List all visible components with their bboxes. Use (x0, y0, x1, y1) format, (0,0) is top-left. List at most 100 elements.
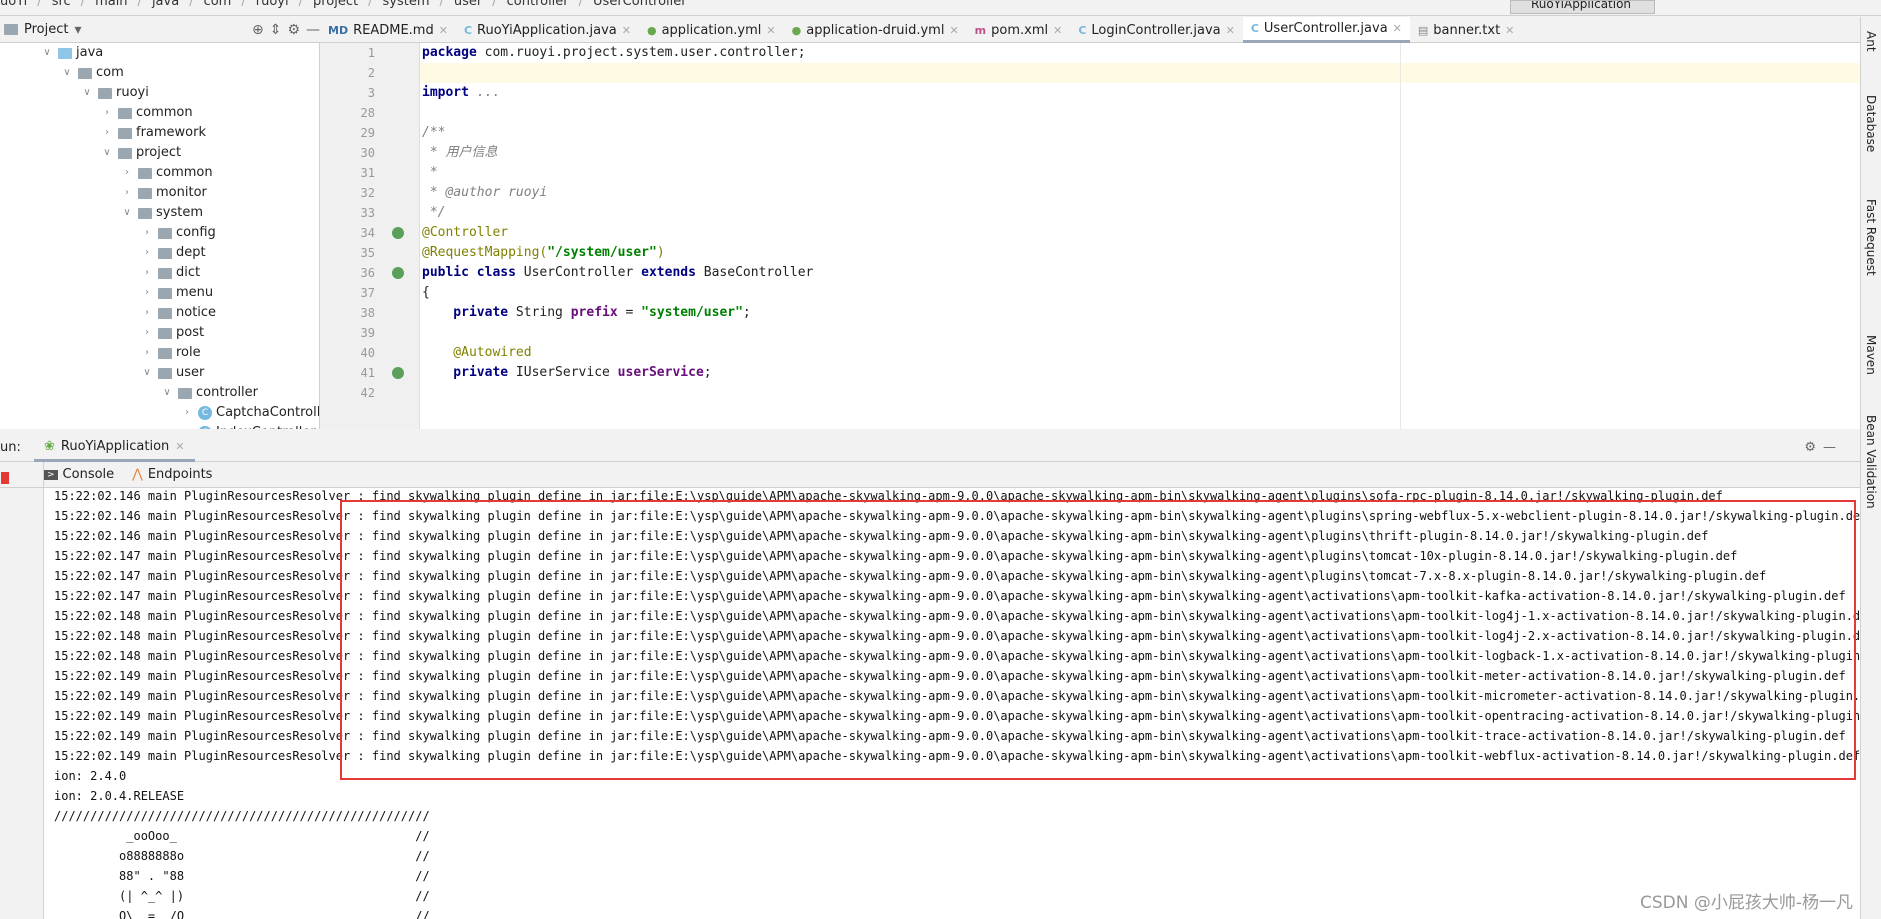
chevron-down-icon[interactable]: ∨ (140, 363, 154, 383)
tree-item[interactable]: › framework (100, 123, 206, 143)
tree-item[interactable]: › post (140, 323, 204, 343)
chevron-down-icon[interactable]: ∨ (80, 83, 94, 103)
tree-item[interactable]: › monitor (120, 183, 207, 203)
console-line: o8888888o // (54, 849, 430, 863)
tree-item[interactable]: ∨ system (120, 203, 203, 223)
tree-item[interactable]: › menu (140, 283, 213, 303)
project-view-select[interactable]: Project (24, 22, 68, 37)
sidebar-tool-ant[interactable]: Ant (1864, 31, 1878, 52)
chevron-right-icon[interactable]: › (100, 123, 114, 143)
breadcrumb-separator: / (80, 0, 86, 9)
chevron-down-icon[interactable]: ∨ (60, 63, 74, 83)
chevron-right-icon[interactable]: › (140, 303, 154, 323)
folder-icon (118, 147, 132, 159)
chevron-right-icon[interactable]: › (140, 223, 154, 243)
tab-ruoyiapplication-java[interactable]: C RuoYiApplication.java ✕ (456, 17, 639, 43)
chevron-right-icon[interactable]: › (100, 103, 114, 123)
sidebar-tool-maven[interactable]: Maven (1864, 335, 1878, 375)
bean-gutter-icon[interactable] (392, 367, 404, 379)
tree-item[interactable]: › config (140, 223, 216, 243)
dropdown-icon[interactable]: ▾ (74, 22, 81, 38)
tree-item[interactable]: › dict (140, 263, 200, 283)
run-config-select[interactable]: RuoYiApplication (1510, 0, 1655, 14)
close-icon[interactable]: ✕ (949, 24, 958, 37)
breadcrumb-item[interactable]: system (382, 0, 429, 9)
breadcrumb-item[interactable]: project (313, 0, 358, 9)
close-icon[interactable]: ✕ (1505, 24, 1514, 37)
tree-item[interactable]: › notice (140, 303, 216, 323)
close-icon[interactable]: ✕ (766, 24, 775, 37)
tab-application-yml[interactable]: ● application.yml ✕ (639, 17, 784, 43)
breadcrumb-item[interactable]: main (95, 0, 127, 9)
chevron-down-icon[interactable]: ∨ (160, 383, 174, 403)
console-line: 88" . "88 // (54, 869, 430, 883)
chevron-right-icon[interactable]: › (140, 343, 154, 363)
breadcrumb-item[interactable]: com (204, 0, 232, 9)
chevron-right-icon[interactable]: › (140, 263, 154, 283)
tree-item[interactable]: ∨ controller (160, 383, 258, 403)
run-tab[interactable]: ❀ RuoYiApplication ✕ (34, 434, 195, 462)
folder-icon (118, 107, 132, 119)
chevron-right-icon[interactable]: › (180, 423, 194, 429)
chevron-down-icon[interactable]: ∨ (120, 203, 134, 223)
breadcrumb-item[interactable]: UserController (593, 0, 687, 9)
markdown-icon: MD (328, 23, 349, 37)
gear-icon[interactable]: ⚙ (287, 22, 300, 38)
bean-gutter-icon[interactable] (392, 227, 404, 239)
breadcrumb-item[interactable]: src (52, 0, 71, 9)
close-icon[interactable]: ✕ (1053, 24, 1062, 37)
breadcrumb-item[interactable]: ruoyi (256, 0, 289, 9)
tree-item[interactable]: › C IndexController (180, 423, 316, 429)
tree-item[interactable]: › common (100, 103, 193, 123)
chevron-right-icon[interactable]: › (140, 323, 154, 343)
tab-application-druid-yml[interactable]: ● application-druid.yml ✕ (784, 17, 967, 43)
close-icon[interactable]: ✕ (622, 24, 631, 37)
hide-icon[interactable]: — (1823, 440, 1836, 455)
locate-icon[interactable]: ⊕ (252, 22, 264, 38)
tab-logincontroller-java[interactable]: C LoginController.java ✕ (1070, 17, 1243, 43)
tree-item[interactable]: › role (140, 343, 201, 363)
tab-readme-md[interactable]: MD README.md ✕ (320, 17, 456, 43)
collapse-all-icon[interactable]: ⇕ (270, 22, 282, 38)
tree-item-label: project (136, 145, 182, 160)
tree-item[interactable]: ∨ project (100, 143, 181, 163)
tree-item[interactable]: ∨ com (60, 63, 123, 83)
chevron-down-icon[interactable]: ∨ (40, 43, 54, 63)
tree-item[interactable]: › dept (140, 243, 206, 263)
chevron-right-icon[interactable]: › (140, 283, 154, 303)
tab-banner-txt[interactable]: ▤ banner.txt ✕ (1410, 17, 1523, 43)
close-icon[interactable]: ✕ (1393, 22, 1402, 35)
maven-icon: m (974, 23, 987, 37)
sidebar-tool-fast-request[interactable]: Fast Request (1864, 199, 1878, 276)
breadcrumb-item[interactable]: user (454, 0, 482, 9)
tree-item[interactable]: ∨ user (140, 363, 204, 383)
hide-icon[interactable]: — (306, 22, 320, 38)
sidebar-tool-bean-validation[interactable]: Bean Validation (1864, 415, 1878, 509)
tree-item[interactable]: › C CaptchaControll (180, 403, 319, 423)
endpoints-tab[interactable]: ⋀ Endpoints (132, 467, 212, 482)
run-toolbar (0, 462, 44, 919)
close-icon[interactable]: ✕ (1226, 24, 1235, 37)
chevron-down-icon[interactable]: ∨ (100, 143, 114, 163)
tree-item[interactable]: › common (120, 163, 213, 183)
close-icon[interactable]: ✕ (439, 24, 448, 37)
chevron-right-icon[interactable]: › (120, 163, 134, 183)
code-editor[interactable]: 1 2 3 28 29 30 31 32 33 34 35 36 37 38 39 40 41 42 packag… (320, 43, 1860, 429)
breadcrumb-item[interactable]: controller (507, 0, 569, 9)
run-tab-label: RuoYiApplication (60, 438, 170, 454)
breadcrumb-item[interactable]: java (152, 0, 179, 9)
tab-usercontroller-java[interactable]: C UserController.java ✕ (1242, 17, 1410, 43)
gear-icon[interactable]: ⚙ (1804, 440, 1816, 455)
chevron-right-icon[interactable]: › (140, 243, 154, 263)
chevron-right-icon[interactable]: › (180, 403, 194, 423)
console-line: O\ = /O // (54, 909, 430, 919)
chevron-right-icon[interactable]: › (120, 183, 134, 203)
tree-item[interactable]: ∨ ruoyi (80, 83, 149, 103)
sidebar-tool-database[interactable]: Database (1864, 95, 1878, 152)
close-icon[interactable]: ✕ (175, 440, 184, 453)
tree-item[interactable]: ∨ java (40, 43, 103, 63)
tab-pom-xml[interactable]: m pom.xml ✕ (967, 17, 1071, 43)
console-tab[interactable]: > Console (44, 467, 114, 482)
bean-gutter-icon[interactable] (392, 267, 404, 279)
breadcrumb-item[interactable]: uoYi (0, 0, 27, 9)
